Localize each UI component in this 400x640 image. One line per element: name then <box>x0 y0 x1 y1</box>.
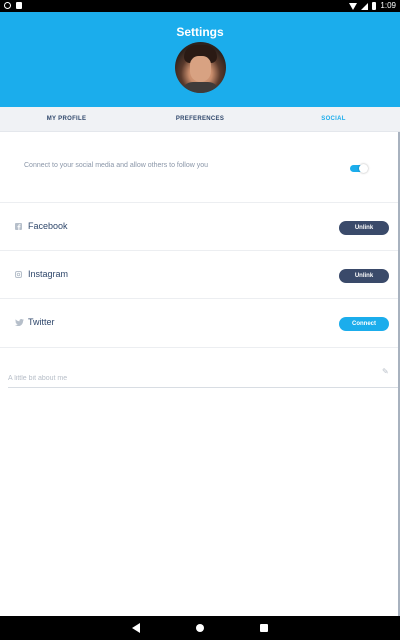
cell-signal-icon <box>361 2 369 10</box>
facebook-unlink-button[interactable]: Unlink <box>339 221 389 235</box>
about-me-input[interactable] <box>8 371 378 385</box>
battery-icon <box>372 2 377 10</box>
settings-header: Settings <box>0 12 400 107</box>
tab-preferences[interactable]: PREFERENCES <box>133 107 267 132</box>
instagram-unlink-button[interactable]: Unlink <box>339 269 389 283</box>
avatar-face <box>190 56 211 82</box>
status-time: 1:09 <box>380 1 396 10</box>
social-connect-row: Connect to your social media and allow o… <box>0 132 398 203</box>
twitter-connect-button[interactable]: Connect <box>339 317 389 331</box>
settings-tabs: MY PROFILE PREFERENCES SOCIAL <box>0 107 400 132</box>
facebook-icon <box>15 223 22 230</box>
social-row-instagram: Instagram Unlink <box>0 251 398 299</box>
back-icon[interactable] <box>132 623 140 633</box>
twitter-label: Twitter <box>28 317 55 327</box>
home-icon[interactable] <box>196 624 204 632</box>
avatar[interactable] <box>175 42 226 93</box>
social-visibility-toggle[interactable] <box>350 164 368 173</box>
notification-circle-icon <box>4 2 11 9</box>
status-bar: 1:09 <box>0 0 400 12</box>
instagram-icon <box>15 271 22 278</box>
social-connect-text: Connect to your social media and allow o… <box>24 162 209 169</box>
tab-my-profile[interactable]: MY PROFILE <box>0 107 133 132</box>
instagram-label: Instagram <box>28 269 69 279</box>
android-nav-bar <box>0 616 400 640</box>
social-row-facebook: Facebook Unlink <box>0 203 398 251</box>
facebook-label: Facebook <box>28 221 68 231</box>
page-title: Settings <box>176 25 224 39</box>
about-me-field: ✎ <box>8 362 398 388</box>
avatar-shirt <box>181 82 220 93</box>
wifi-icon <box>349 2 358 10</box>
sd-card-icon <box>16 2 22 9</box>
social-row-twitter: Twitter Connect <box>0 299 398 348</box>
tab-social[interactable]: SOCIAL <box>267 107 400 132</box>
twitter-icon <box>15 319 24 327</box>
toggle-knob <box>359 164 368 173</box>
pencil-icon[interactable]: ✎ <box>382 367 389 376</box>
recent-apps-icon[interactable] <box>260 624 268 632</box>
